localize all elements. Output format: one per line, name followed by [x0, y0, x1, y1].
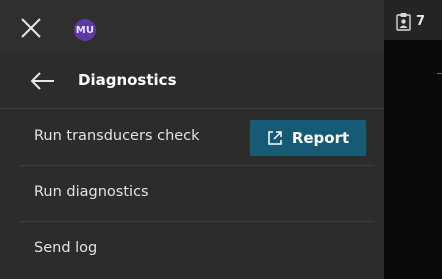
page-title: Diagnostics [78, 71, 177, 89]
image-area [384, 0, 442, 279]
send-log-item[interactable]: Send log [20, 222, 374, 277]
clipboard-count: 7 [416, 13, 426, 29]
diagnostics-header: Diagnostics [0, 55, 384, 109]
diagnostics-panel: MU Diagnostics Run transducers check Run… [0, 0, 384, 279]
list-item-label: Run transducers check [34, 128, 200, 144]
top-bar: MU [0, 0, 384, 54]
list-item-label: Run diagnostics [34, 184, 149, 200]
patient-clipboard-badge[interactable]: 7 [396, 11, 425, 31]
close-icon [21, 18, 41, 38]
close-button[interactable] [18, 15, 44, 41]
scale-tick [437, 73, 442, 74]
avatar[interactable]: MU [74, 19, 96, 41]
report-button[interactable]: Report [250, 120, 366, 156]
arrow-left-icon [30, 72, 54, 90]
clipboard-user-icon [396, 12, 411, 31]
list-item-label: Send log [34, 240, 98, 256]
report-button-label: Report [291, 129, 350, 147]
back-button[interactable] [30, 70, 56, 92]
run-diagnostics-item[interactable]: Run diagnostics [20, 166, 374, 222]
external-link-icon [268, 131, 282, 145]
